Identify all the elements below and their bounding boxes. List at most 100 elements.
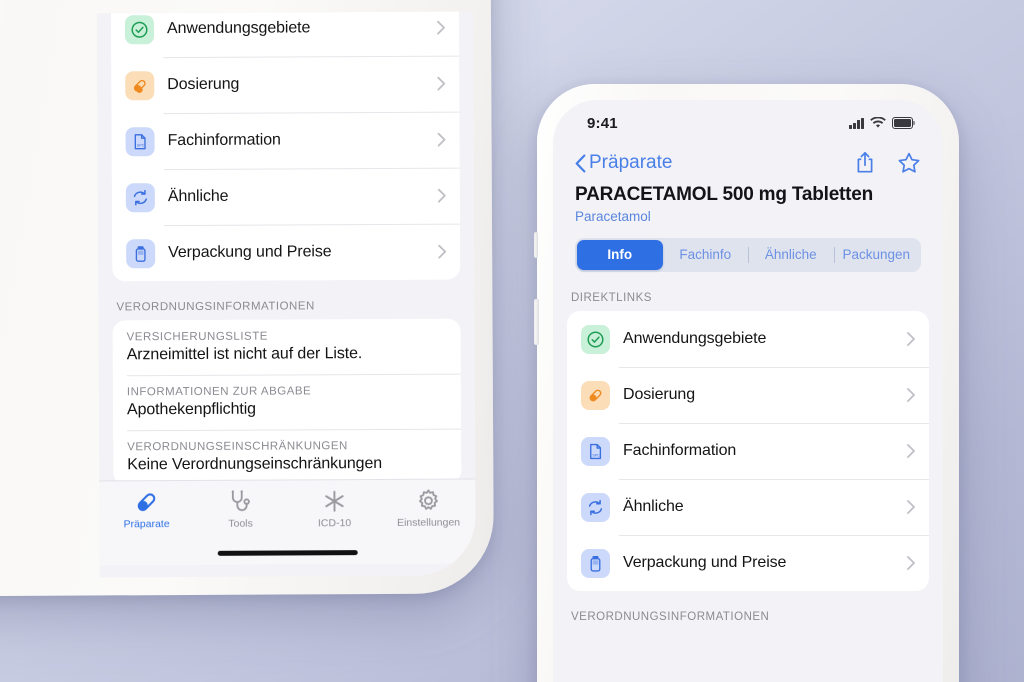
- chevron-right-icon: [438, 244, 447, 259]
- stethoscope-icon: [231, 490, 250, 512]
- right-section-label-direktlinks: DIREKTLINKS: [571, 292, 652, 304]
- status-indicators: [849, 117, 916, 129]
- page-title: PARACETAMOL 500 mg Tabletten: [575, 184, 874, 205]
- info-value: Arzneimittel ist nicht auf der Liste.: [126, 345, 363, 364]
- right-row-label: Verpackung und Preise: [623, 554, 787, 571]
- right-screen-content: DIREKTLINKS Anwendungsgebiete Dosierung …: [553, 272, 943, 630]
- status-bar: 9:41: [553, 100, 943, 140]
- chevron-right-icon: [437, 188, 446, 203]
- left-direktlinks-card: Anwendungsgebiete Dosierung SPC Fachinfo…: [110, 11, 461, 282]
- wifi-icon: [870, 117, 886, 128]
- right-section-label-verordnungsinformationen: VERORDNUNGSINFORMATIONEN: [571, 611, 770, 623]
- gear-icon: [418, 489, 438, 510]
- right-row-label: Anwendungsgebiete: [623, 330, 767, 347]
- tab-packungen[interactable]: Packungen: [833, 240, 920, 270]
- right-row-fachinformation[interactable]: SPC Fachinformation: [567, 423, 929, 479]
- right-row-anwendungsgebiete[interactable]: Anwendungsgebiete: [567, 311, 929, 367]
- tab-label: Einstellungen: [397, 516, 461, 529]
- check-circle-icon: [581, 324, 610, 354]
- left-section-label-verordnungsinformationen: VERORDNUNGSINFORMATIONEN: [116, 300, 315, 314]
- left-inforow-einschraenkungen[interactable]: VERORDNUNGSEINSCHRÄNKUNGEN Keine Verordn…: [113, 429, 461, 486]
- tab-aehnliche[interactable]: Ähnliche: [748, 240, 834, 270]
- bottle-icon: [581, 548, 610, 578]
- left-row-aehnliche[interactable]: Ähnliche: [112, 168, 460, 226]
- bottle-icon: [126, 238, 156, 268]
- asterisk-icon: [325, 490, 344, 512]
- chevron-right-icon: [907, 500, 915, 514]
- home-indicator-left: [217, 550, 358, 556]
- right-row-label: Dosierung: [623, 386, 696, 403]
- left-inforow-versicherungsliste[interactable]: VERSICHERUNGSLISTE Arzneimittel ist nich…: [113, 319, 461, 376]
- info-value: Keine Verordnungseinschränkungen: [127, 454, 383, 474]
- phone-device-right: 9:41 Präparate PARACETAMOL 500 mg Tablet…: [534, 84, 959, 682]
- chevron-right-icon: [907, 388, 915, 402]
- svg-text:SPC: SPC: [592, 453, 600, 457]
- back-button[interactable]: Präparate: [575, 152, 672, 174]
- document-spc-icon: SPC: [581, 436, 610, 466]
- right-row-aehnliche[interactable]: Ähnliche: [567, 479, 929, 535]
- info-value: Apothekenpflichtig: [126, 400, 256, 419]
- check-circle-icon: [124, 14, 155, 44]
- left-row-label: Dosierung: [167, 75, 240, 94]
- tab-tools[interactable]: Tools: [193, 488, 287, 530]
- refresh-icon: [125, 182, 155, 212]
- capsule-icon: [125, 70, 155, 100]
- phone-screen-left: Anwendungsgebiete Dosierung SPC Fachinfo…: [96, 11, 476, 578]
- right-direktlinks-card: Anwendungsgebiete Dosierung SPC Fachinfo…: [567, 311, 929, 591]
- nav-actions: [855, 151, 921, 175]
- left-row-label: Fachinformation: [167, 131, 281, 150]
- nav-row: Präparate: [575, 144, 921, 182]
- chevron-right-icon: [437, 132, 446, 147]
- chevron-right-icon: [907, 444, 915, 458]
- tab-einstellungen[interactable]: Einstellungen: [381, 487, 475, 529]
- chevron-right-icon: [437, 76, 446, 91]
- info-key: VERORDNUNGSEINSCHRÄNKUNGEN: [127, 440, 348, 454]
- right-row-verpackung[interactable]: Verpackung und Preise: [567, 535, 929, 591]
- tab-info[interactable]: Info: [577, 240, 663, 270]
- right-row-dosierung[interactable]: Dosierung: [567, 367, 929, 423]
- signal-bars-icon: [849, 117, 864, 129]
- tab-fachinfo[interactable]: Fachinfo: [663, 240, 749, 270]
- phone-screen-right: 9:41 Präparate PARACETAMOL 500 mg Tablet…: [553, 100, 943, 682]
- back-button-label: Präparate: [589, 152, 673, 173]
- capsule-icon: [137, 493, 156, 512]
- tab-icd10[interactable]: ICD-10: [287, 488, 381, 529]
- left-prescription-card: VERSICHERUNGSLISTE Arzneimittel ist nich…: [112, 318, 462, 486]
- tab-label: Präparate: [123, 518, 170, 531]
- page-subtitle: Paracetamol: [575, 209, 651, 224]
- chevron-left-icon: [575, 154, 586, 172]
- right-row-label: Ähnliche: [623, 498, 684, 515]
- share-icon[interactable]: [855, 151, 875, 175]
- right-row-label: Fachinformation: [623, 442, 737, 459]
- left-row-label: Anwendungsgebiete: [166, 19, 311, 38]
- left-row-label: Verpackung und Preise: [168, 243, 332, 262]
- refresh-icon: [581, 492, 610, 522]
- left-tab-bar: Präparate Tools ICD-10 Einstellungen: [99, 478, 476, 566]
- left-row-label: Ähnliche: [167, 187, 229, 206]
- chevron-right-icon: [907, 332, 915, 346]
- left-row-fachinformation[interactable]: SPC Fachinformation: [111, 112, 459, 170]
- left-inforow-abgabe[interactable]: INFORMATIONEN ZUR ABGABE Apothekenpflich…: [113, 374, 461, 431]
- volume-button-right-phone[interactable]: [534, 232, 538, 258]
- battery-full-icon: [892, 117, 916, 129]
- left-row-dosierung[interactable]: Dosierung: [111, 56, 459, 114]
- segmented-control: Info Fachinfo Ähnliche Packungen: [575, 238, 921, 272]
- star-outline-icon[interactable]: [897, 151, 921, 175]
- tab-praeparate[interactable]: Präparate: [99, 489, 193, 530]
- left-row-verpackung[interactable]: Verpackung und Preise: [112, 224, 460, 282]
- info-key: INFORMATIONEN ZUR ABGABE: [126, 385, 312, 399]
- chevron-right-icon: [907, 556, 915, 570]
- status-time: 9:41: [587, 114, 618, 132]
- nav-bar: Präparate PARACETAMOL 500 mg Tabletten P…: [553, 140, 943, 272]
- document-spc-icon: SPC: [125, 126, 155, 156]
- left-row-anwendungsgebiete[interactable]: Anwendungsgebiete: [111, 11, 459, 57]
- svg-text:SPC: SPC: [137, 143, 145, 147]
- left-screen-content: Anwendungsgebiete Dosierung SPC Fachinfo…: [96, 11, 476, 566]
- tab-label: ICD-10: [317, 517, 352, 530]
- chevron-right-icon: [437, 20, 445, 35]
- phone-device-left: Anwendungsgebiete Dosierung SPC Fachinfo…: [0, 0, 494, 597]
- side-button-right-phone[interactable]: [534, 299, 539, 345]
- info-key: VERSICHERUNGSLISTE: [126, 330, 268, 344]
- capsule-icon: [581, 380, 610, 410]
- tab-label: Tools: [228, 517, 253, 530]
